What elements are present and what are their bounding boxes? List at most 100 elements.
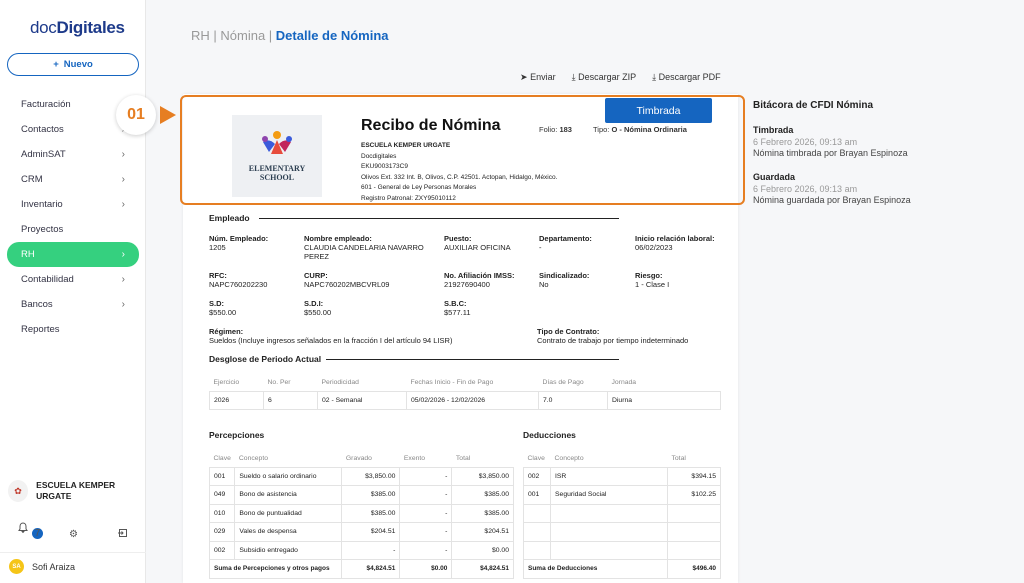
field-label: S.B.C: [444, 299, 467, 308]
log-item: Guardada 6 Febrero 2026, 09:13 am Nómina… [753, 172, 953, 205]
field-label: Régimen: [209, 327, 244, 336]
download-zip-action[interactable]: ⤓ Descargar ZIP [572, 72, 637, 83]
table-row: 002 Subsidio entregado - - $0.00 [208, 540, 514, 560]
breadcrumb-nomina[interactable]: Nómina [220, 28, 265, 43]
plus-icon: + [53, 59, 59, 70]
cfdi-log-panel: Bitácora de CFDI Nómina Timbrada 6 Febre… [753, 100, 953, 219]
table-cell: $385.00 [451, 485, 514, 505]
table-cell [550, 522, 668, 542]
table-cell [667, 503, 721, 523]
column-header: Fechas Inicio - Fin de Pago [410, 379, 494, 387]
sidebar-item-label: Contactos [21, 124, 64, 135]
column-header: Jornada [611, 379, 637, 387]
log-item-text: Nómina guardada por Brayan Espinoza [753, 195, 911, 205]
new-button-label: Nuevo [63, 59, 93, 70]
school-logo-text: SCHOOL [259, 173, 295, 182]
new-button[interactable]: + Nuevo [7, 53, 139, 76]
pointer-arrow-icon [160, 106, 176, 124]
table-cell: Diurna [607, 390, 721, 410]
column-header: Clave [527, 455, 545, 463]
sidebar-item-inventario[interactable]: Inventario › [7, 192, 139, 217]
user-profile[interactable]: SA Sofi Araiza [0, 552, 146, 580]
table-cell: 2026 [209, 390, 264, 410]
table-cell: 010 [208, 503, 236, 523]
avatar: SA [9, 559, 24, 574]
section-title-deducciones: Deducciones [523, 430, 576, 440]
log-item-title: Timbrada [753, 125, 794, 135]
table-cell: - [399, 466, 453, 486]
download-zip-label: Descargar ZIP [578, 72, 637, 82]
sidebar-item-label: Reportes [21, 324, 60, 335]
sidebar-item-label: AdminSAT [21, 149, 66, 160]
sum-value: $4,824.51 [451, 559, 514, 579]
folio: Folio: 183 [539, 125, 572, 134]
column-header: Clave [213, 455, 231, 463]
send-action[interactable]: ➤ Enviar [520, 72, 556, 83]
breadcrumb-separator: | [265, 28, 276, 43]
download-icon: ⤓ [652, 72, 657, 82]
sidebar-item-adminsat[interactable]: AdminSAT › [7, 142, 139, 167]
perceptions-table: Clave Concepto Gravado Exento Total 001 S… [208, 451, 514, 579]
download-pdf-action[interactable]: ⤓ Descargar PDF [652, 72, 721, 83]
column-header: Periodicidad [321, 379, 359, 387]
sidebar-item-contabilidad[interactable]: Contabilidad › [7, 267, 139, 292]
sidebar: docDigitales + Nuevo Facturación Contacto… [0, 0, 146, 583]
sidebar-item-label: Proyectos [21, 224, 64, 235]
issuer-line: Registro Patronal: ZXY95010112 [361, 194, 456, 202]
table-cell: ISR [550, 466, 668, 486]
send-label: Enviar [530, 72, 556, 82]
send-icon: ➤ [520, 72, 528, 82]
sidebar-item-proyectos[interactable]: Proyectos [7, 217, 139, 242]
sidebar-item-reportes[interactable]: Reportes [7, 317, 139, 342]
section-title-empleado: Empleado [209, 213, 250, 223]
table-row: 049 Bono de asistencia $385.00- $385.00 [208, 485, 514, 505]
sidebar-item-label: Contabilidad [21, 274, 74, 285]
step-marker: 01 [116, 95, 156, 135]
column-header: No. Per [267, 379, 291, 387]
table-cell: 05/02/2026 - 12/02/2026 [406, 390, 539, 410]
field-value: AUXILIAR OFICINA [444, 243, 511, 252]
issuer-info: ESCUELA KEMPER URGATE Docdigitales EKU90… [361, 141, 557, 204]
table-cell: - [399, 503, 453, 523]
issuer-line: 601 - General de Ley Personas Morales [361, 184, 477, 191]
table-cell [523, 503, 551, 523]
issuer-name: ESCUELA KEMPER URGATE [361, 142, 451, 149]
sidebar-item-rh[interactable]: RH › [7, 242, 139, 267]
gear-icon[interactable]: ⚙ [69, 529, 78, 540]
chevron-right-icon: › [121, 149, 125, 160]
log-item-text: Nómina timbrada por Brayan Espinoza [753, 148, 908, 158]
table-header-row: Clave Concepto Total [524, 451, 721, 467]
field-value: No [539, 280, 549, 289]
notification-badge: 7 [32, 528, 43, 539]
field-value: CLAUDIA CANDELARIA NAVARRO PEREZ [304, 243, 424, 261]
period-table: Ejercicio No. Per Periodicidad Fechas In… [209, 375, 721, 410]
field-label: Núm. Empleado: [209, 234, 269, 243]
field-label: CURP: [304, 271, 328, 280]
sum-value: $0.00 [399, 559, 453, 579]
issuer-line: Docdigitales [361, 152, 397, 160]
table-cell: 049 [208, 485, 236, 505]
table-header-row: Ejercicio No. Per Periodicidad Fechas In… [210, 375, 721, 391]
table-cell: 002 [208, 540, 236, 560]
issuer-line: Olivos Ext. 332 Int. B, Olivos, C.P. 425… [361, 173, 558, 181]
table-row-empty [523, 540, 721, 560]
logout-icon[interactable] [118, 528, 128, 541]
table-cell: $102.25 [667, 485, 721, 505]
breadcrumb-rh[interactable]: RH [191, 28, 210, 43]
app-logo[interactable]: docDigitales [30, 18, 125, 38]
download-icon: ⤓ [571, 72, 576, 82]
log-item-date: 6 Febrero 2026, 09:13 am [753, 137, 858, 147]
field-label: Nombre empleado: [304, 234, 372, 243]
column-header: Concepto [554, 455, 584, 463]
sidebar-nav: Facturación Contactos › AdminSAT › CRM › In… [7, 92, 139, 342]
organization-switcher[interactable]: ✿ ESCUELA KEMPER URGATE [8, 480, 143, 502]
field-label: No. Afiliación IMSS: [444, 271, 515, 280]
sidebar-item-bancos[interactable]: Bancos › [7, 292, 139, 317]
school-logo-text: ELEMENTARY [248, 164, 306, 173]
table-header-row: Clave Concepto Gravado Exento Total [210, 451, 514, 467]
bell-icon[interactable]: 7 [18, 522, 43, 547]
receipt-type-label: Tipo: [593, 125, 610, 134]
chevron-right-icon: › [121, 299, 125, 310]
sidebar-item-crm[interactable]: CRM › [7, 167, 139, 192]
section-title-periodo: Desglose de Periodo Actual [209, 354, 322, 364]
